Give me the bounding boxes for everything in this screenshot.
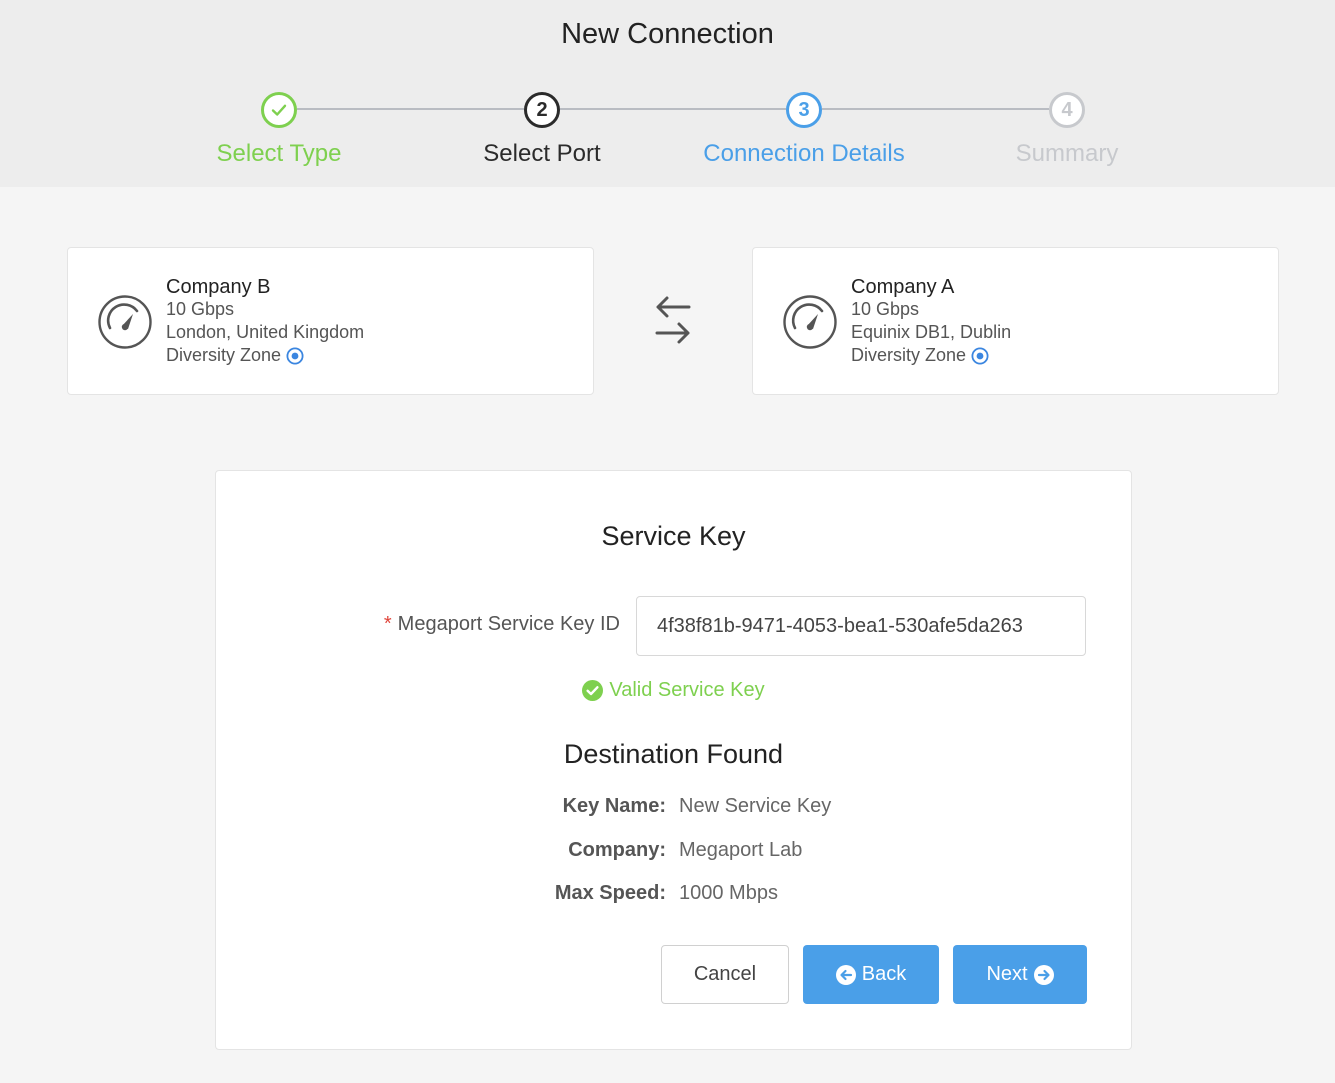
port-name: Company B (166, 276, 271, 298)
step-label: Select Port (483, 140, 601, 167)
port-speed: 10 Gbps (166, 299, 235, 319)
detail-value: Megaport Lab (679, 839, 803, 861)
step-summary: 4 Summary (937, 92, 1197, 168)
cancel-button[interactable]: Cancel (661, 945, 789, 1004)
speedometer-icon (98, 295, 152, 349)
step-select-port[interactable]: 2 Select Port (412, 92, 672, 168)
back-button[interactable]: Back (803, 945, 939, 1004)
diversity-zone-icon (971, 347, 989, 364)
next-button[interactable]: Next (953, 945, 1087, 1004)
wizard-stepper: Select Type 2 Select Port 3 Connection D… (0, 0, 1335, 187)
port-location: Equinix DB1, Dublin (851, 322, 1012, 342)
service-key-label-text: Megaport Service Key ID (397, 613, 620, 635)
step-connection-details[interactable]: 3 Connection Details (674, 92, 934, 168)
port-speed: 10 Gbps (851, 299, 920, 319)
source-port-card: Company B 10 Gbps London, United Kingdom… (67, 247, 594, 395)
swap-arrows-icon (655, 296, 691, 344)
detail-label: Key Name: (562, 795, 666, 817)
port-location: London, United Kingdom (166, 322, 365, 342)
detail-max-speed: Max Speed: 1000 Mbps (216, 882, 1131, 906)
service-key-label: * Megaport Service Key ID (216, 613, 620, 636)
arrow-right-circle-icon (1033, 964, 1054, 985)
check-icon (261, 92, 297, 128)
back-button-label: Back (861, 963, 907, 985)
validation-message: Valid Service Key (216, 679, 1131, 702)
detail-label: Max Speed: (554, 882, 666, 904)
detail-value: New Service Key (679, 795, 832, 817)
step-number: 3 (786, 92, 822, 128)
required-marker: * (383, 613, 392, 635)
detail-company: Company: Megaport Lab (216, 839, 1131, 863)
next-button-label: Next (986, 963, 1028, 985)
service-key-panel: Service Key *Megaport Service Key ID Val… (215, 470, 1132, 1050)
arrow-left-circle-icon (835, 964, 856, 985)
diversity-zone-label: Diversity Zone (166, 345, 282, 365)
step-number: 4 (1049, 92, 1085, 128)
validation-text: Valid Service Key (609, 679, 765, 701)
step-label: Select Type (216, 140, 342, 167)
destination-title: Destination Found (563, 739, 784, 769)
check-circle-icon (582, 680, 604, 701)
diversity-zone-label: Diversity Zone (851, 345, 967, 365)
detail-label: Company: (568, 839, 666, 861)
detail-value: 1000 Mbps (679, 882, 778, 904)
diversity-zone-icon (286, 347, 304, 364)
detail-key-name: Key Name: New Service Key (216, 795, 1131, 819)
speedometer-icon (783, 295, 837, 349)
step-select-type[interactable]: Select Type (149, 92, 409, 168)
step-label: Connection Details (703, 140, 905, 167)
destination-port-card: Company A 10 Gbps Equinix DB1, Dublin Di… (752, 247, 1279, 395)
step-number: 2 (524, 92, 560, 128)
cancel-button-label: Cancel (693, 963, 757, 985)
step-label: Summary (1015, 140, 1119, 167)
port-name: Company A (851, 276, 955, 298)
service-key-title: Service Key (601, 521, 746, 551)
service-key-input[interactable] (636, 596, 1086, 656)
